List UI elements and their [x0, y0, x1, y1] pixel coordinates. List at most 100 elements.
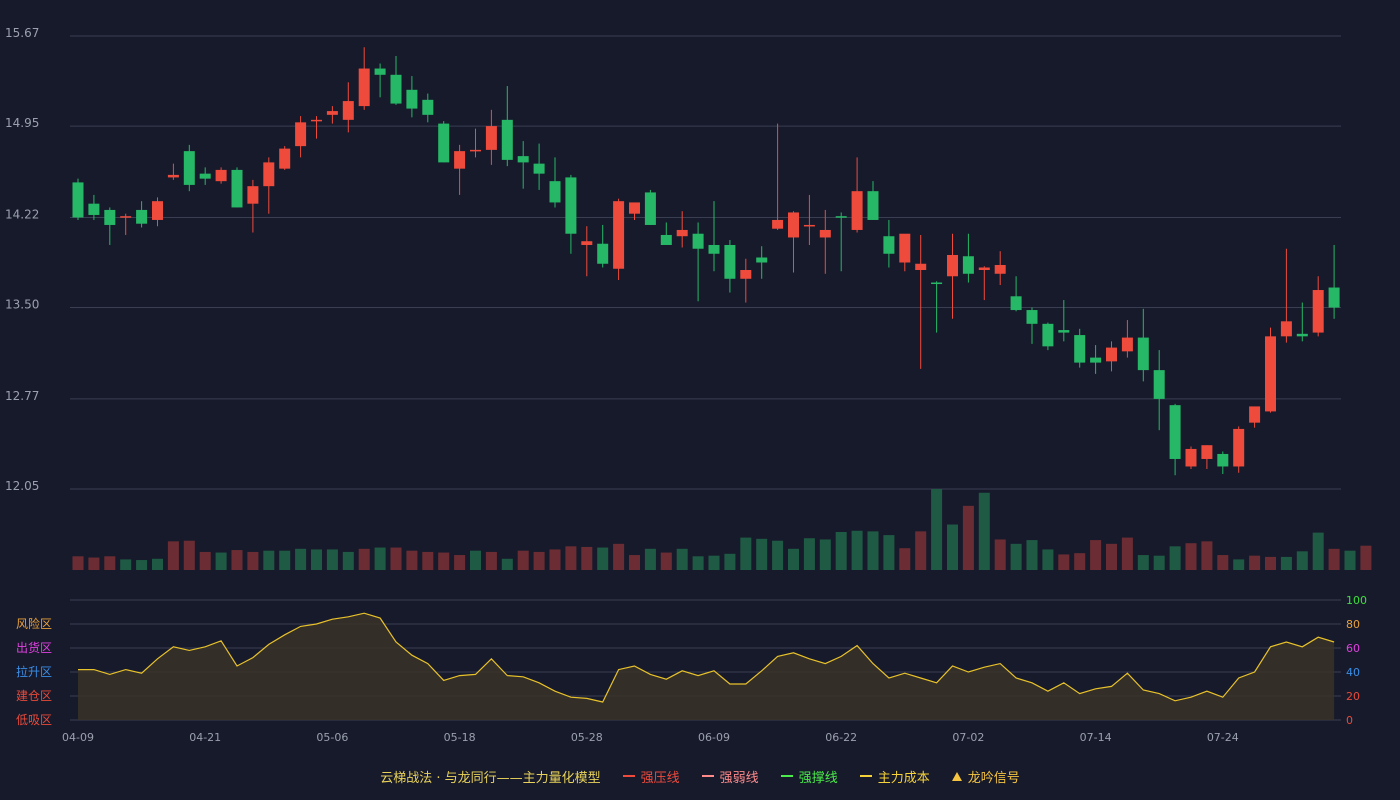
- indicator-tick-label: 80: [1346, 618, 1360, 631]
- volume-bar: [1328, 548, 1340, 570]
- legend-item-support-line[interactable]: 强撑线: [780, 767, 838, 786]
- volume-bars: [72, 489, 1372, 570]
- volume-bar: [1137, 555, 1149, 570]
- legend-label: 强弱线: [719, 770, 759, 786]
- volume-bar: [422, 551, 434, 570]
- volume-bar: [1201, 541, 1213, 570]
- legend-item-dragon-signal[interactable]: 龙吟信号: [951, 767, 1020, 786]
- indicator-area: [78, 612, 1335, 720]
- candle-body: [931, 282, 943, 285]
- volume-bar: [1233, 559, 1245, 570]
- volume-bar: [1217, 555, 1229, 570]
- candle-body: [788, 212, 799, 238]
- volume-bar: [724, 553, 736, 570]
- zone-label: 建仓区: [16, 689, 52, 703]
- legend-item-pressure-line[interactable]: 强压线: [622, 767, 680, 786]
- candle-body: [962, 256, 974, 274]
- date-tick-label: 05-06: [316, 731, 348, 744]
- volume-bar: [1042, 549, 1054, 570]
- candle-body: [1010, 296, 1022, 311]
- candle-body: [1233, 428, 1245, 467]
- volume-bar: [342, 551, 354, 570]
- candle-body: [629, 202, 640, 214]
- volume-bar: [279, 550, 291, 570]
- volume-bar: [1312, 532, 1324, 570]
- date-tick-label: 07-24: [1207, 731, 1239, 744]
- volume-bar: [517, 550, 529, 570]
- price-tick-label: 13.50: [5, 298, 39, 312]
- volume-bar: [263, 550, 275, 570]
- price-tick-label: 12.05: [5, 479, 39, 493]
- volume-bar: [915, 531, 927, 570]
- date-axis-ticks: 04-09 04-21 05-06 05-18 05-28 06-09 06-22 07-02…: [62, 731, 1239, 744]
- candle-body: [1121, 337, 1133, 352]
- volume-bar: [1265, 556, 1276, 570]
- solid-line-icon: [780, 775, 793, 777]
- candle-body: [867, 191, 879, 220]
- volume-bar: [358, 548, 370, 570]
- legend-label: 主力成本: [877, 770, 930, 786]
- legend-item-main-cost[interactable]: 主力成本: [859, 767, 930, 786]
- volume-bar: [1010, 543, 1022, 570]
- candle-body: [358, 68, 370, 107]
- indicator-zone-labels: 风险区出货区拉升区建仓区低吸区: [16, 616, 52, 727]
- volume-bar: [215, 552, 227, 570]
- volume-bar: [867, 531, 879, 570]
- candle-body: [295, 122, 307, 147]
- candle-body: [1201, 445, 1213, 459]
- candle-body: [597, 243, 609, 264]
- zone-label: 出货区: [16, 640, 52, 655]
- indicator-tick-label: 40: [1346, 666, 1360, 679]
- candle-body: [485, 126, 497, 150]
- volume-bar: [438, 552, 450, 570]
- candle-body: [167, 174, 179, 178]
- volume-bar: [660, 552, 672, 570]
- candle-body: [978, 267, 990, 271]
- volume-bar: [120, 559, 132, 570]
- legend-title: 云梯战法 · 与龙同行——主力量化模型: [380, 770, 601, 786]
- volume-bar: [390, 547, 402, 570]
- volume-bar: [533, 551, 545, 570]
- volume-bar: [931, 489, 943, 570]
- volume-bar: [295, 548, 307, 570]
- volume-bar: [613, 543, 625, 570]
- date-tick-label: 07-02: [952, 731, 984, 744]
- zone-label: 风险区: [16, 616, 52, 631]
- volume-bar: [1296, 551, 1308, 570]
- volume-bar: [1249, 555, 1261, 570]
- legend-item-strength-line[interactable]: 强弱线: [701, 767, 759, 786]
- date-tick-label: 04-09: [62, 731, 94, 744]
- candle-body: [581, 241, 593, 245]
- price-tick-label: 12.77: [5, 389, 39, 403]
- candle-body: [1026, 310, 1038, 324]
- candle-body: [199, 173, 211, 179]
- volume-bar: [978, 492, 990, 570]
- candle-body: [660, 234, 672, 245]
- candle-body: [740, 270, 752, 279]
- volume-bar: [994, 539, 1006, 570]
- price-axis-ticks: 15.67 14.95 14.22 13.50 12.77 12.05: [5, 26, 39, 493]
- candle-body: [1328, 287, 1340, 308]
- volume-bar: [581, 546, 593, 570]
- candle-body: [215, 169, 227, 182]
- candle-body: [374, 68, 386, 75]
- volume-bar: [72, 556, 84, 570]
- volume-bar: [1074, 553, 1086, 570]
- candle-body: [613, 201, 625, 269]
- candle-body: [183, 151, 195, 185]
- volume-bar: [1185, 543, 1197, 570]
- volume-bar: [326, 549, 338, 570]
- volume-bar: [199, 551, 211, 570]
- candle-body: [152, 201, 163, 220]
- candle-body: [136, 209, 148, 224]
- volume-bar: [247, 551, 259, 570]
- volume-bar: [803, 538, 815, 570]
- candle-body: [501, 119, 513, 160]
- volume-bar: [311, 549, 322, 570]
- volume-bar: [899, 548, 911, 570]
- indicator-tick-label: 20: [1346, 690, 1360, 703]
- candle-body: [342, 101, 354, 120]
- candle-body: [517, 156, 529, 163]
- volume-bar: [104, 556, 116, 570]
- candle-body: [454, 151, 466, 169]
